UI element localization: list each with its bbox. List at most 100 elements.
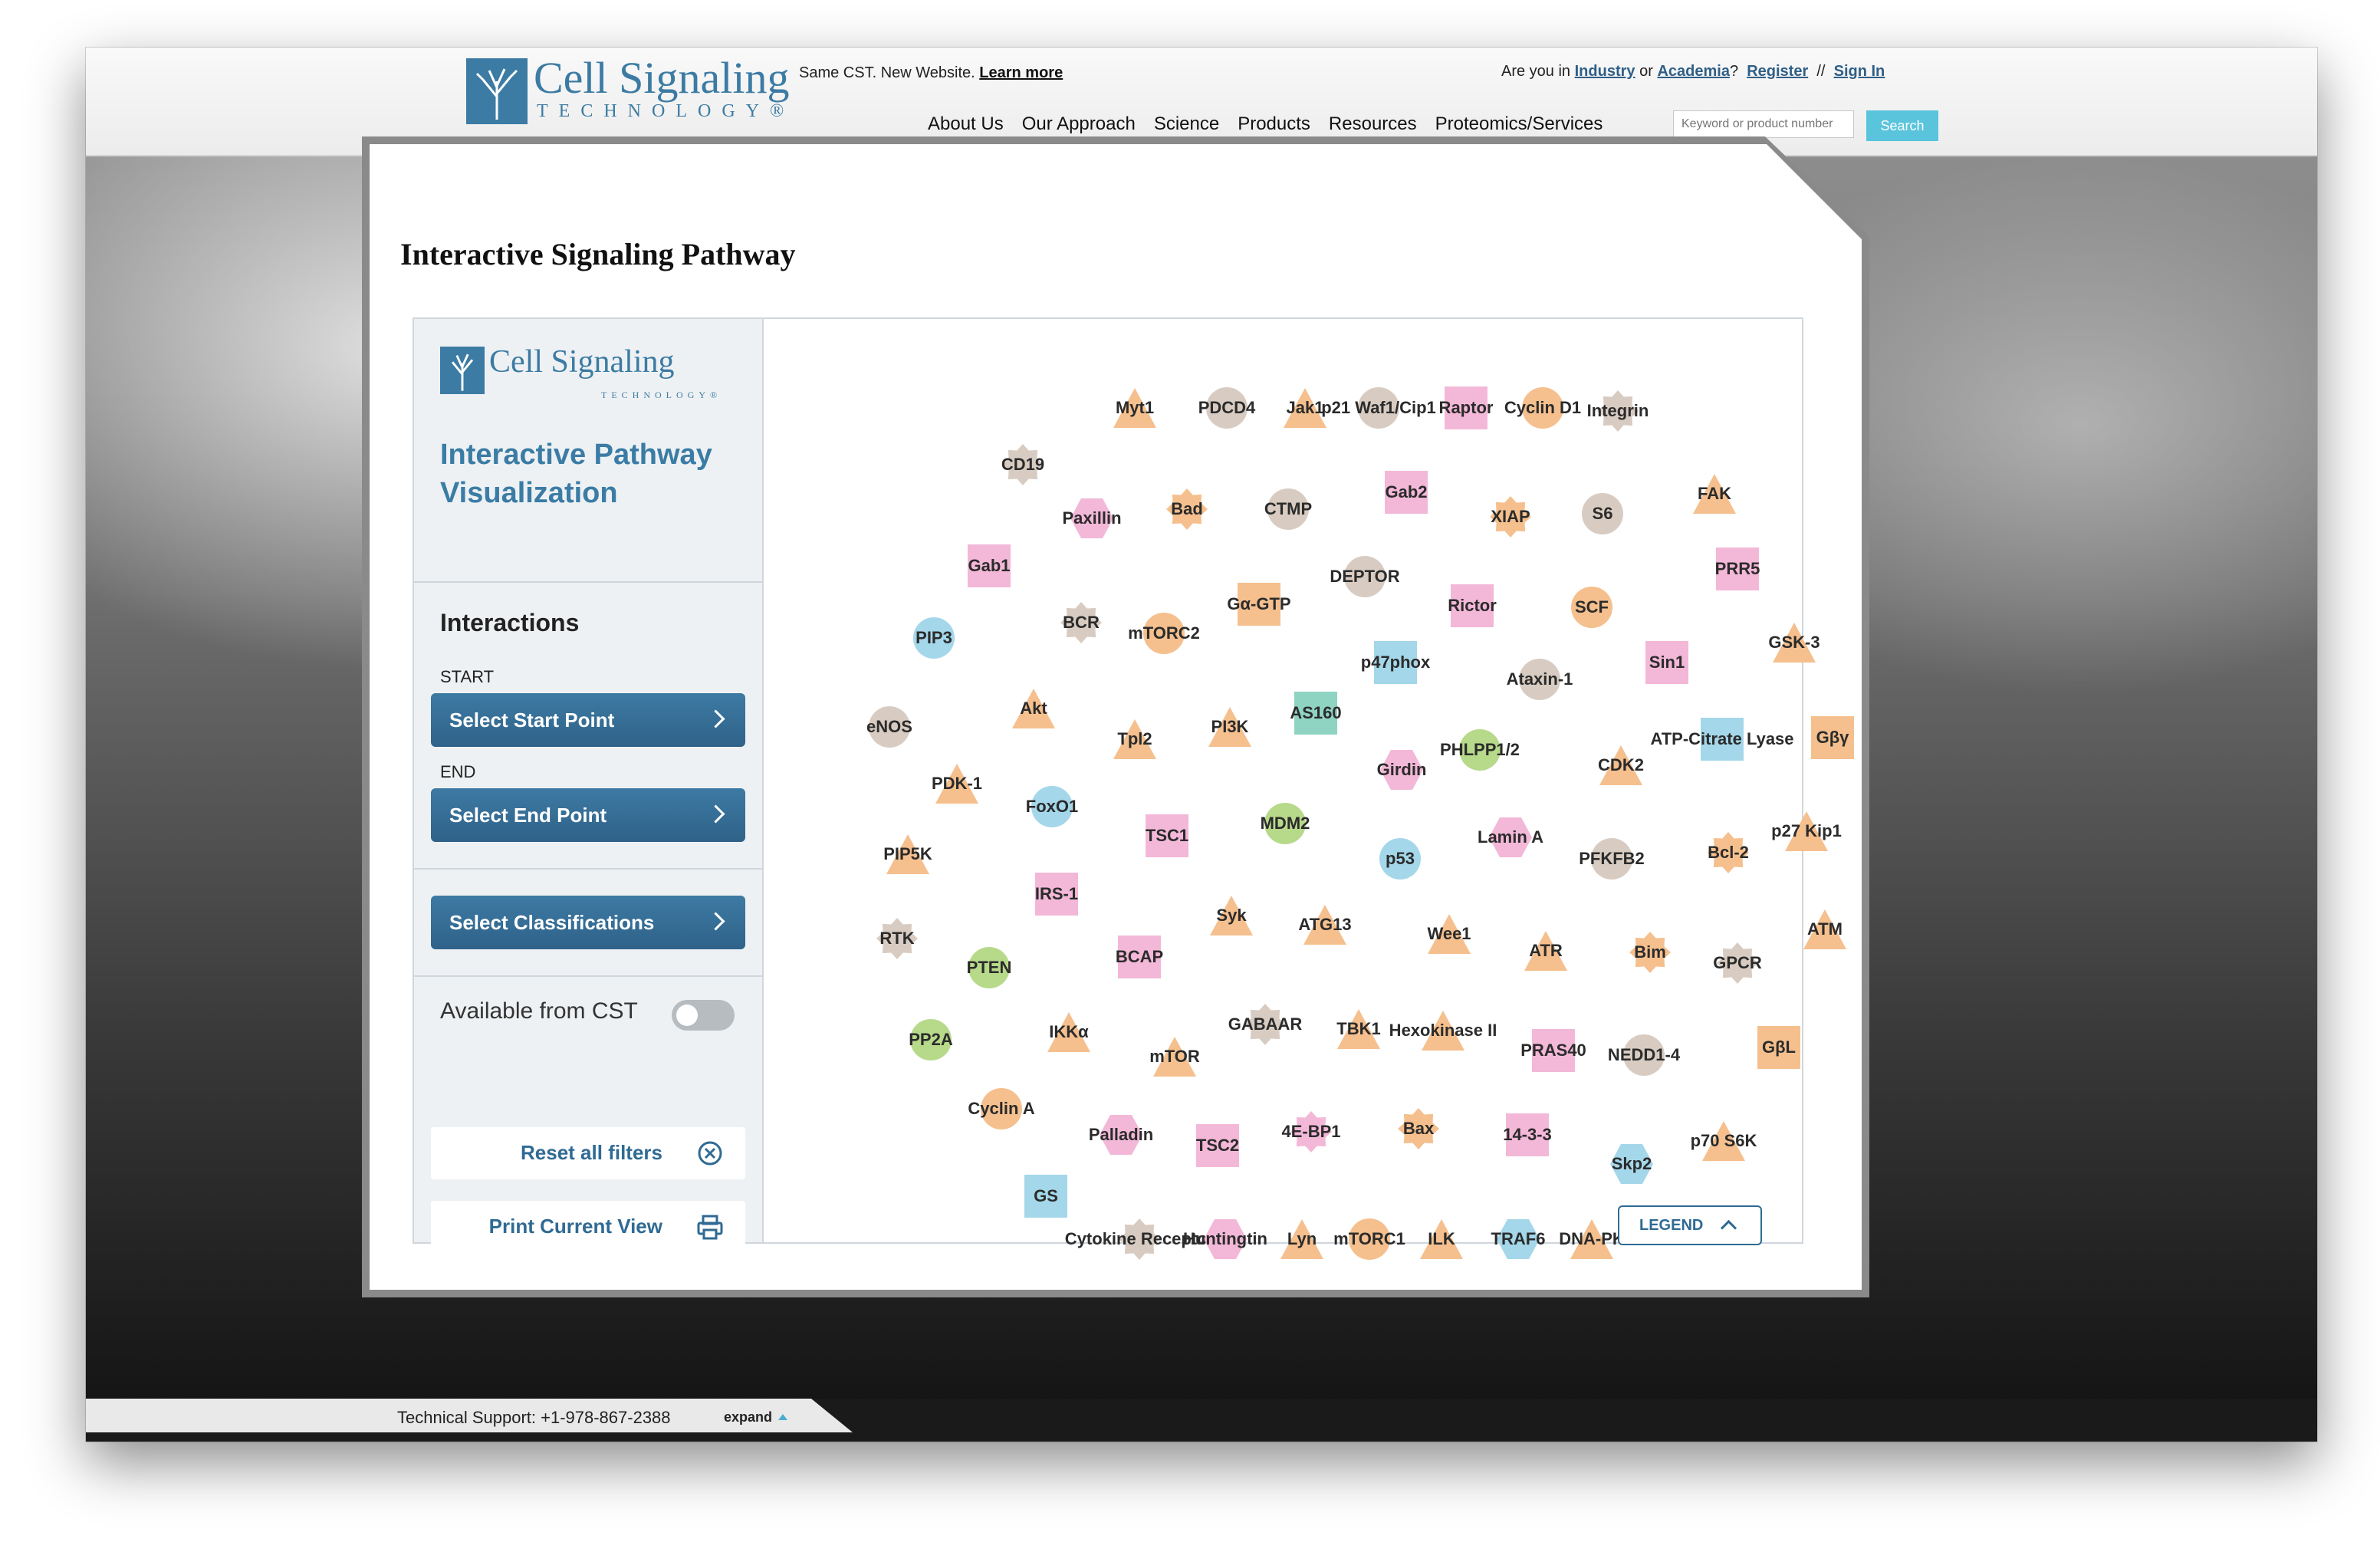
chevron-right-icon	[706, 912, 725, 931]
search-button[interactable]: Search	[1866, 110, 1938, 141]
sidebar-divider	[414, 868, 762, 870]
pathway-node-label: TRAF6	[1491, 1229, 1546, 1248]
pathway-node-label: AS160	[1290, 703, 1342, 722]
pathway-node-label: TSC2	[1195, 1136, 1240, 1155]
printer-icon	[697, 1215, 723, 1240]
pathway-node-label: Girdin	[1376, 760, 1427, 779]
pathway-node-label: Gab2	[1385, 482, 1428, 501]
select-start-point-button[interactable]: Select Start Point	[431, 693, 745, 747]
interactions-title: Interactions	[440, 609, 580, 636]
nav-our-approach[interactable]: Our Approach	[1022, 113, 1136, 135]
pathway-node-label: PRAS40	[1520, 1041, 1586, 1060]
pathway-node-label: Lamin A	[1478, 827, 1543, 847]
pathway-node-label: Tpl2	[1117, 729, 1152, 748]
pathway-node-label: PTEN	[966, 958, 1012, 977]
pathway-node-label: IRS-1	[1034, 884, 1079, 903]
pathway-node-label: p53	[1386, 849, 1415, 868]
pathway-node-label: Bim	[1634, 942, 1666, 962]
pathway-node-label: Cyclin D1	[1504, 398, 1582, 417]
pathway-node-label: FAK	[1698, 484, 1731, 503]
pathway-node-label: PFKFB2	[1579, 849, 1645, 868]
chevron-right-icon	[706, 804, 725, 824]
pathway-node-label: PIP5K	[883, 844, 932, 863]
pathway-node-label: GβL	[1762, 1037, 1796, 1057]
select-classifications-button[interactable]: Select Classifications	[431, 896, 745, 949]
industry-link[interactable]: Industry	[1575, 63, 1635, 80]
chevron-right-icon	[706, 709, 725, 728]
close-circle-icon	[698, 1141, 722, 1166]
pathway-node-label: Gβγ	[1816, 728, 1849, 747]
pathway-node-label: MDM2	[1260, 814, 1310, 833]
technical-support-text: Technical Support: +1-978-867-2388	[397, 1408, 671, 1427]
nav-products[interactable]: Products	[1238, 113, 1310, 135]
reset-all-filters-label: Reset all filters	[521, 1141, 662, 1164]
pathway-node-label: Bcl-2	[1708, 843, 1749, 862]
pathway-node-label: mTOR	[1149, 1047, 1200, 1066]
search-input[interactable]	[1673, 110, 1854, 138]
pathway-node-label: Raptor	[1438, 398, 1494, 417]
pathway-node-label: Myt1	[1115, 398, 1155, 417]
pathway-node-label: TBK1	[1336, 1019, 1381, 1038]
account-qmark: ?	[1729, 63, 1739, 80]
pathway-node-label: FoxO1	[1025, 797, 1079, 816]
pathway-node-label: p70 S6K	[1690, 1131, 1757, 1150]
nav-science[interactable]: Science	[1154, 113, 1219, 135]
promo-banner: Same CST. New Website. Learn more	[799, 64, 1063, 82]
pathway-node-label: RTK	[879, 929, 915, 948]
nav-proteomics-services[interactable]: Proteomics/Services	[1435, 113, 1603, 135]
tree-icon	[451, 353, 474, 391]
pathway-node-label: 4E-BP1	[1281, 1122, 1341, 1141]
select-end-point-button[interactable]: Select End Point	[431, 788, 745, 842]
reset-all-filters-button[interactable]: Reset all filters	[431, 1127, 745, 1179]
pathway-node-label: Paxillin	[1062, 508, 1122, 528]
footer-expand-button[interactable]: expand	[724, 1409, 788, 1425]
legend-button[interactable]: LEGEND	[1618, 1205, 1762, 1245]
available-from-cst-toggle[interactable]	[672, 1000, 735, 1031]
main-nav: About Us Our Approach Science Products R…	[928, 113, 1603, 135]
nav-resources[interactable]: Resources	[1329, 113, 1417, 135]
pathway-node-label: Skp2	[1611, 1154, 1652, 1173]
pathway-node-label: ILK	[1428, 1229, 1455, 1248]
pathway-node-label: Ataxin-1	[1506, 669, 1573, 689]
pathway-node-label: Akt	[1020, 699, 1047, 718]
sidebar-divider	[414, 975, 762, 977]
academia-link[interactable]: Academia	[1657, 63, 1730, 80]
pathway-node-label: PRR5	[1714, 559, 1760, 578]
pathway-node-label: SCF	[1575, 597, 1609, 617]
toggle-knob	[676, 1005, 698, 1026]
account-separator: //	[1816, 63, 1826, 80]
pathway-node-label: GPCR	[1713, 953, 1762, 972]
pathway-node-label: Integrin	[1586, 401, 1649, 420]
select-start-point-label: Select Start Point	[449, 709, 615, 732]
pathway-node-label: PIP3	[916, 628, 952, 647]
pathway-node-label: p47phox	[1360, 653, 1431, 672]
sign-in-link[interactable]: Sign In	[1834, 63, 1885, 80]
cst-logo-mark[interactable]	[466, 58, 528, 124]
nav-about-us[interactable]: About Us	[928, 113, 1004, 135]
pathway-node-label: 14-3-3	[1503, 1125, 1552, 1144]
pathway-node-label: PDCD4	[1198, 398, 1256, 417]
sidebar-logo-subtitle: TECHNOLOGY®	[601, 390, 722, 400]
start-label: START	[440, 667, 495, 686]
pathway-node-label: BCAP	[1115, 947, 1164, 966]
pathway-node-label: DEPTOR	[1330, 567, 1400, 586]
account-or: or	[1639, 63, 1653, 80]
pathway-node-label: Lyn	[1287, 1229, 1317, 1248]
pathway-node-label: CDK2	[1598, 755, 1644, 774]
print-current-view-button[interactable]: Print Current View	[431, 1201, 745, 1253]
pathway-node-label: IKKα	[1049, 1022, 1089, 1041]
legend-label: LEGEND	[1639, 1217, 1704, 1234]
account-prefix: Are you in	[1501, 63, 1571, 80]
end-label: END	[440, 762, 476, 781]
pathway-node-label: ATR	[1529, 941, 1563, 960]
select-classifications-label: Select Classifications	[449, 911, 655, 934]
sidebar-heading: Interactive Pathway Visualization	[440, 439, 712, 509]
pathway-node-label: mTORC1	[1333, 1229, 1405, 1248]
register-link[interactable]: Register	[1747, 63, 1808, 80]
account-links: Are you in Industry or Academia? Registe…	[1501, 63, 1885, 81]
pathway-node-label: Palladin	[1088, 1125, 1154, 1144]
logo-title[interactable]: Cell Signaling	[534, 54, 790, 103]
pathway-node-label: XIAP	[1491, 507, 1530, 526]
tree-icon	[475, 68, 518, 120]
learn-more-link[interactable]: Learn more	[979, 64, 1063, 81]
